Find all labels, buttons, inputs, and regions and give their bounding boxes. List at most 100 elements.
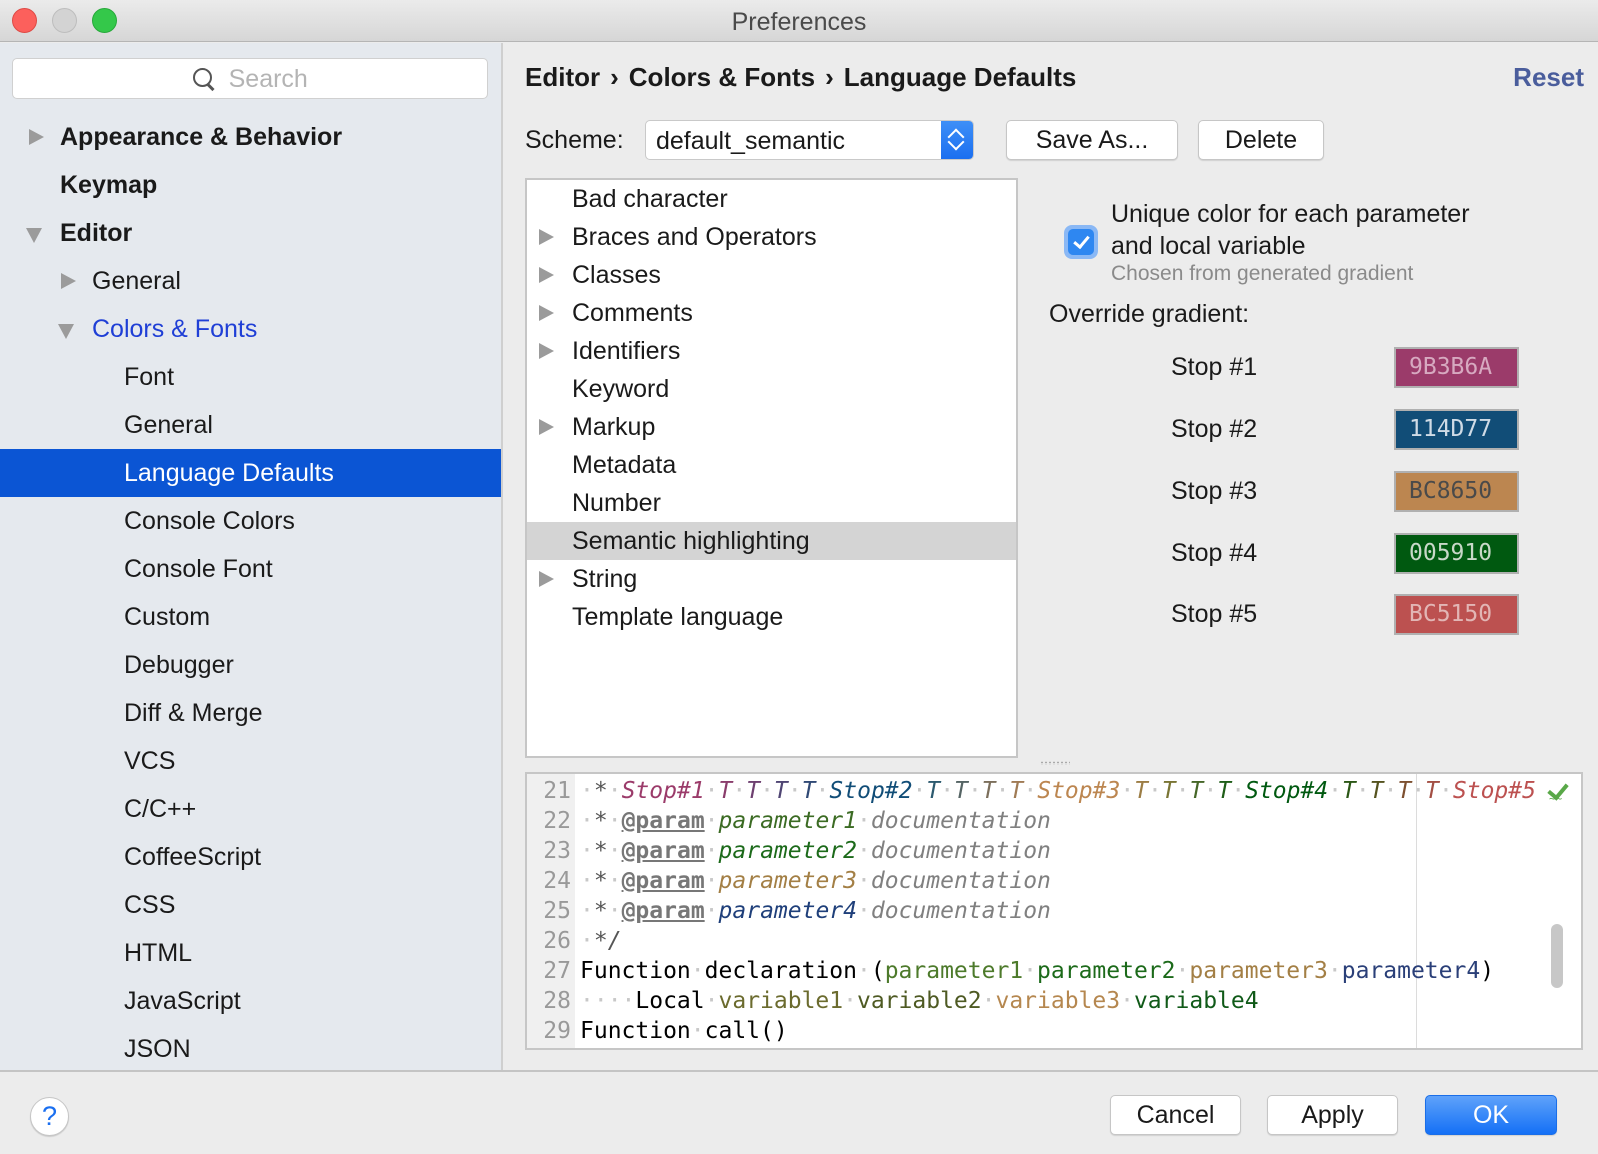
help-button[interactable]: ? <box>30 1097 69 1136</box>
code-token: parameter1 <box>718 808 858 834</box>
sidebar-item[interactable]: Editor <box>0 209 501 257</box>
splitter-handle[interactable] <box>1040 761 1070 765</box>
expand-arrow-icon[interactable] <box>58 257 76 305</box>
tree-item[interactable]: Keyword <box>527 370 1016 408</box>
sidebar-item[interactable]: Console Font <box>0 545 501 593</box>
whitespace-marker: · <box>607 898 622 924</box>
whitespace-marker: · <box>704 988 719 1014</box>
search-icon <box>192 67 216 93</box>
ok-button[interactable]: OK <box>1425 1095 1557 1135</box>
sidebar-item-label: CoffeeScript <box>124 843 262 871</box>
tree-item[interactable]: Classes <box>527 256 1016 294</box>
color-swatch[interactable]: BC8650 <box>1394 471 1519 512</box>
tree-item[interactable]: Markup <box>527 408 1016 446</box>
apply-button[interactable]: Apply <box>1267 1095 1398 1135</box>
sidebar-item[interactable]: Colors & Fonts <box>0 305 501 353</box>
code-token: Local <box>635 988 705 1014</box>
whitespace-marker: · <box>1175 958 1190 984</box>
sidebar-item[interactable]: Console Colors <box>0 497 501 545</box>
sidebar-item[interactable]: Diff & Merge <box>0 689 501 737</box>
whitespace-marker: · <box>704 778 719 804</box>
expand-arrow-icon[interactable] <box>539 332 557 370</box>
expand-arrow-icon[interactable] <box>26 113 44 161</box>
code-token: documentation <box>870 808 1051 834</box>
tree-item[interactable]: Comments <box>527 294 1016 332</box>
sidebar-item[interactable]: CSS <box>0 881 501 929</box>
sidebar-item-label: Font <box>124 363 175 391</box>
code-token: @param <box>621 838 705 864</box>
sidebar-item[interactable]: HTML <box>0 929 501 977</box>
unique-color-checkbox[interactable] <box>1064 225 1098 259</box>
tree-item[interactable]: Bad character <box>527 180 1016 218</box>
whitespace-marker: ···· <box>580 988 636 1014</box>
sidebar-item[interactable]: General <box>0 257 501 305</box>
sidebar-item[interactable]: General <box>0 401 501 449</box>
code-text: ····Local·variable1·variable2·variable3·… <box>580 986 1259 1016</box>
tree-item[interactable]: Identifiers <box>527 332 1016 370</box>
code-token: Function <box>580 1018 691 1044</box>
collapse-arrow-icon[interactable] <box>26 209 44 257</box>
sidebar-item[interactable]: JSON <box>0 1025 501 1073</box>
sidebar-item[interactable]: Debugger <box>0 641 501 689</box>
override-gradient-label: Override gradient: <box>1049 300 1250 328</box>
code-line: 23 ·*·@param·parameter2·documentation <box>527 836 1581 866</box>
color-swatch[interactable]: 114D77 <box>1394 409 1519 450</box>
code-text: Function·call() <box>580 1016 788 1046</box>
code-token: ( <box>870 958 885 984</box>
collapse-arrow-icon[interactable] <box>58 305 76 353</box>
tree-item-label: Number <box>572 489 661 517</box>
expand-arrow-icon[interactable] <box>539 218 557 256</box>
code-preview[interactable]: 21·*·Stop#1·T·T·T·T·Stop#2·T·T·T·T·Stop#… <box>525 772 1583 1050</box>
sidebar-item-label: Appearance & Behavior <box>60 123 343 151</box>
whitespace-marker: · <box>580 838 594 864</box>
reset-link[interactable]: Reset <box>1513 62 1584 93</box>
tree-item[interactable]: Metadata <box>527 446 1016 484</box>
sidebar-item[interactable]: Language Defaults <box>0 449 501 497</box>
breadcrumb-item[interactable]: Editor <box>525 62 600 92</box>
tree-item[interactable]: Semantic highlighting <box>527 522 1016 560</box>
code-token: Stop#1 <box>621 778 705 804</box>
tree-item[interactable]: Number <box>527 484 1016 522</box>
tree-item[interactable]: Template language <box>527 598 1016 636</box>
delete-button[interactable]: Delete <box>1198 120 1324 160</box>
sidebar-item[interactable]: C/C++ <box>0 785 501 833</box>
color-swatch[interactable]: 005910 <box>1394 533 1519 574</box>
scheme-select[interactable]: default_semantic <box>645 120 974 160</box>
expand-arrow-icon[interactable] <box>539 560 557 598</box>
whitespace-marker: · <box>1120 988 1134 1014</box>
whitespace-marker: · <box>1355 778 1370 804</box>
code-token: variable1 <box>718 988 844 1014</box>
code-line: 21 ·*·Stop#1·T·T·T·T·Stop#2·T·T·T·T·Stop#… <box>527 776 1581 806</box>
line-number: 26 <box>543 928 571 954</box>
search-input[interactable]: Search <box>12 58 488 99</box>
sidebar-item[interactable]: Keymap <box>0 161 501 209</box>
line-number: 22 <box>543 808 571 834</box>
color-swatch[interactable]: BC5150 <box>1394 594 1519 635</box>
tree-item[interactable]: String <box>527 560 1016 598</box>
sidebar-item[interactable]: Appearance & Behavior <box>0 113 501 161</box>
sidebar-item[interactable]: Custom <box>0 593 501 641</box>
expand-arrow-icon[interactable] <box>539 408 557 446</box>
breadcrumb-item[interactable]: Colors & Fonts <box>629 62 815 92</box>
whitespace-marker: · <box>580 808 594 834</box>
save-as-button[interactable]: Save As... <box>1006 120 1178 160</box>
sidebar-item[interactable]: VCS <box>0 737 501 785</box>
sidebar-item[interactable]: Font <box>0 353 501 401</box>
whitespace-marker: · <box>1439 778 1453 804</box>
color-swatch[interactable]: 9B3B6A <box>1394 347 1519 388</box>
sidebar-item-label: Keymap <box>60 171 158 199</box>
expand-arrow-icon[interactable] <box>539 294 557 332</box>
sidebar-item[interactable]: JavaScript <box>0 977 501 1025</box>
sidebar-item[interactable]: CoffeeScript <box>0 833 501 881</box>
sidebar-item-label: Console Colors <box>124 507 295 535</box>
code-token: variable3 <box>995 988 1121 1014</box>
code-token: */ <box>593 928 622 954</box>
tree-item[interactable]: Braces and Operators <box>527 218 1016 256</box>
whitespace-marker: · <box>857 838 871 864</box>
cancel-button[interactable]: Cancel <box>1110 1095 1241 1135</box>
gradient-stop-label: Stop #2 <box>1171 415 1258 443</box>
scheme-label: Scheme: <box>525 126 624 154</box>
expand-arrow-icon[interactable] <box>539 256 557 294</box>
code-token: @param <box>621 898 705 924</box>
code-token: Stop#4 <box>1245 778 1329 804</box>
